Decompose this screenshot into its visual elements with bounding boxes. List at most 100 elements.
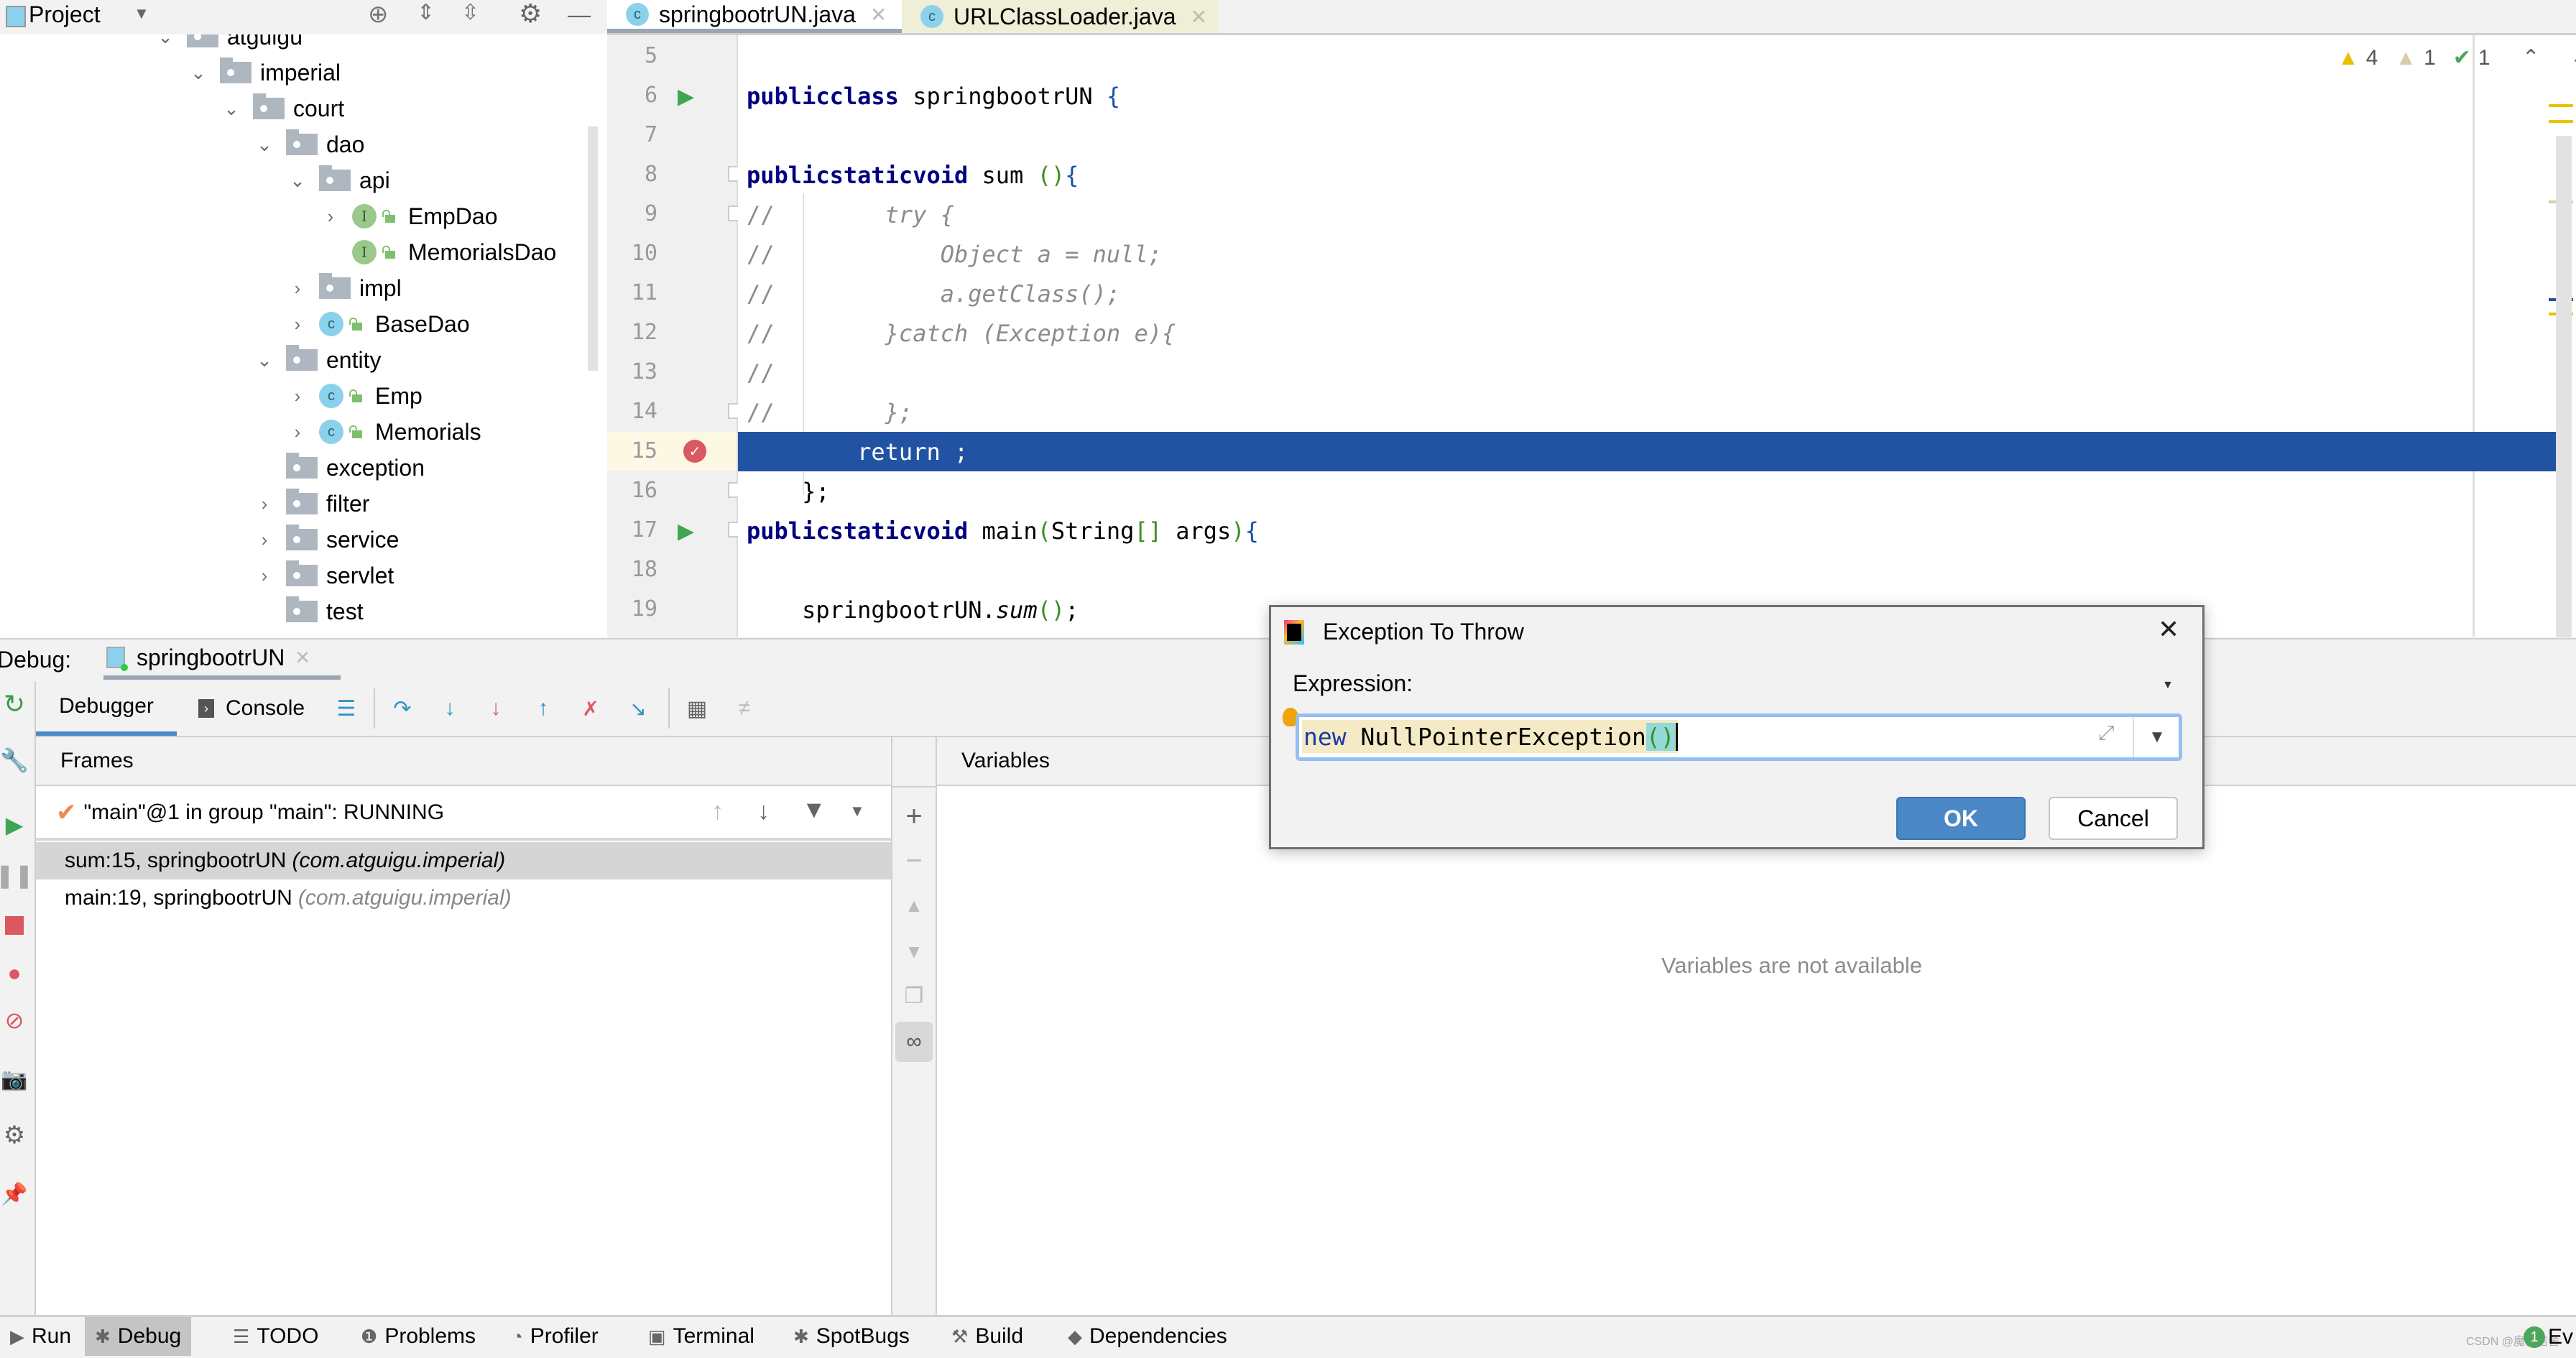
chevron-down-icon[interactable]: ⌄ xyxy=(289,170,306,191)
close-dialog-icon[interactable]: ✕ xyxy=(2158,614,2179,645)
chevron-right-icon[interactable]: › xyxy=(322,205,339,227)
tool-window-button-problems[interactable]: ❶ Problems xyxy=(351,1317,486,1356)
locate-file-icon[interactable]: ⊕ xyxy=(368,0,389,29)
tool-window-button-debug[interactable]: ✱ Debug xyxy=(85,1317,192,1356)
tree-scrollbar[interactable] xyxy=(588,126,598,371)
stripe-warning-mark[interactable] xyxy=(2549,120,2573,123)
chevron-right-icon[interactable]: › xyxy=(256,493,273,514)
tab-debugger[interactable]: Debugger xyxy=(36,681,177,736)
tree-node-test[interactable]: test xyxy=(256,593,364,629)
expression-input[interactable]: new NullPointerException() ⤢ ▼ xyxy=(1296,713,2182,761)
tree-node-service[interactable]: › service xyxy=(256,522,399,558)
remove-watch-minus-icon[interactable]: − xyxy=(900,845,928,877)
tool-window-button-profiler[interactable]: ◔ Profiler xyxy=(502,1317,609,1356)
tool-window-button-run[interactable]: ▶ Run xyxy=(0,1317,81,1356)
filter-frames-icon[interactable]: ▼ xyxy=(802,796,826,824)
pause-program-icon[interactable]: ❚❚ xyxy=(0,861,34,890)
force-step-into-icon[interactable]: ↓ xyxy=(481,694,510,723)
tree-node-atguigu[interactable]: ⌄ atguigu xyxy=(157,34,303,55)
expression-dropdown-button[interactable]: ▼ xyxy=(2133,717,2180,757)
tool-window-button-build[interactable]: ⚒ Build xyxy=(941,1317,1033,1356)
next-frame-arrow-icon[interactable]: ↓ xyxy=(757,798,770,826)
step-over-icon[interactable]: ↷ xyxy=(388,694,417,723)
code-editor[interactable]: ▲4 ▲1 ✔1 ⌃ ⌄ public class springbootrUN … xyxy=(738,35,2576,637)
get-thread-dump-camera-icon[interactable]: 📷 xyxy=(0,1065,29,1094)
step-into-icon[interactable]: ↓ xyxy=(435,694,464,723)
chevron-right-icon[interactable]: › xyxy=(256,565,273,586)
tool-window-button-terminal[interactable]: ▣ Terminal xyxy=(638,1317,765,1356)
resume-program-icon[interactable]: ▶ xyxy=(0,810,29,839)
drop-frame-icon[interactable]: ✗ xyxy=(576,694,605,723)
event-log-button[interactable]: 1 Ev xyxy=(2524,1321,2573,1353)
tree-node-imperial[interactable]: ⌄ imperial xyxy=(190,55,341,91)
stop-icon[interactable] xyxy=(0,911,29,940)
tree-node-filter[interactable]: › filter xyxy=(256,486,369,522)
pin-tab-icon[interactable]: 📌 xyxy=(0,1180,29,1209)
previous-frame-arrow-icon[interactable]: ↑ xyxy=(711,798,724,826)
run-to-cursor-icon[interactable]: ↘ xyxy=(624,694,652,723)
chevron-down-icon[interactable]: ⌄ xyxy=(256,349,273,371)
tree-node-entity[interactable]: ⌄ entity xyxy=(256,342,381,378)
step-out-icon[interactable]: ↑ xyxy=(529,694,558,723)
chevron-right-icon[interactable]: › xyxy=(289,277,306,299)
trace-stream-icon[interactable]: ≠ xyxy=(730,694,759,723)
frames-options-dropdown-icon[interactable]: ▼ xyxy=(849,802,865,821)
editor-gutter[interactable]: 5 6 ▶ 7 8 9 10 11 12 13 14 15 ✓ 16 17 ▶ 18 19 xyxy=(607,35,739,637)
ok-button[interactable]: OK xyxy=(1896,797,2026,840)
expand-all-icon[interactable]: ⇕ xyxy=(417,0,435,25)
debug-session-tab[interactable]: springbootrUN ✕ xyxy=(103,639,341,680)
close-tab-icon[interactable]: ✕ xyxy=(1191,5,1207,29)
view-breakpoints-icon[interactable]: ● xyxy=(0,959,29,987)
debug-settings-gear-icon[interactable]: ⚙ xyxy=(0,1121,29,1150)
chevron-down-icon[interactable]: ⌄ xyxy=(223,98,240,119)
tree-node-impl[interactable]: › impl xyxy=(289,270,402,306)
tree-node-dao[interactable]: ⌄ dao xyxy=(256,126,364,162)
tool-window-button-dependencies[interactable]: ◆ Dependencies xyxy=(1058,1317,1237,1356)
project-view-dropdown-icon[interactable]: ▼ xyxy=(134,4,149,23)
run-gutter-icon[interactable]: ▶ xyxy=(678,519,694,544)
stack-frame[interactable]: sum:15, springbootrUN (com.atguigu.imper… xyxy=(36,842,891,879)
settings-gear-icon[interactable]: ⚙ xyxy=(519,0,542,29)
tree-node-servlet[interactable]: › servlet xyxy=(256,558,394,593)
layout-settings-icon[interactable]: ☰ xyxy=(332,694,361,723)
chevron-down-icon[interactable]: ⌄ xyxy=(190,62,207,83)
tree-node-api[interactable]: ⌄ api xyxy=(289,162,390,198)
chevron-right-icon[interactable]: › xyxy=(256,529,273,550)
expression-history-dropdown-icon[interactable]: ▼ xyxy=(2162,679,2174,692)
project-panel-title[interactable]: Project xyxy=(29,1,101,28)
tab-console[interactable]: › Console xyxy=(198,681,305,736)
error-stripe[interactable] xyxy=(2547,35,2576,637)
modify-config-wrench-icon[interactable]: 🔧 xyxy=(0,746,29,775)
chevron-right-icon[interactable]: › xyxy=(289,385,306,407)
editor-scrollbar[interactable] xyxy=(2556,136,2572,637)
evaluate-expression-calculator-icon[interactable]: ▦ xyxy=(683,694,711,723)
tree-node-emp[interactable]: › c Emp xyxy=(289,378,423,414)
stack-frame[interactable]: main:19, springbootrUN (com.atguigu.impe… xyxy=(36,879,891,917)
tool-window-button-spotbugs[interactable]: ✱ SpotBugs xyxy=(783,1317,920,1356)
tree-node-court[interactable]: ⌄ court xyxy=(223,91,344,126)
move-watch-down-icon[interactable]: ▼ xyxy=(900,937,928,966)
collapse-all-icon[interactable]: ⇳ xyxy=(461,0,479,25)
tool-window-button-todo[interactable]: ☰ TODO xyxy=(223,1317,328,1356)
tree-node-memorials[interactable]: › c Memorials xyxy=(289,414,481,450)
close-session-icon[interactable]: ✕ xyxy=(295,647,310,669)
tab-springbootrun-java[interactable]: c springbootrUN.java ✕ xyxy=(607,0,902,33)
duplicate-watch-icon[interactable]: ❐ xyxy=(900,981,928,1010)
expand-editor-icon[interactable]: ⤢ xyxy=(2098,721,2114,745)
mute-breakpoints-icon[interactable]: ⊘ xyxy=(0,1006,29,1035)
rerun-icon[interactable]: ↻ xyxy=(0,689,29,719)
thread-selector[interactable]: ✔ "main"@1 in group "main": RUNNING ↑ ↓ … xyxy=(36,787,891,841)
tree-node-memorialsdao[interactable]: I MemorialsDao xyxy=(322,234,556,270)
move-watch-up-icon[interactable]: ▲ xyxy=(900,891,928,920)
show-watches-glasses-icon[interactable]: ∞ xyxy=(895,1022,933,1062)
tab-urlclassloader-java[interactable]: c URLClassLoader.java ✕ xyxy=(902,0,1218,33)
chevron-right-icon[interactable]: › xyxy=(289,421,306,443)
tree-node-exception[interactable]: exception xyxy=(256,450,425,486)
hide-panel-icon[interactable]: — xyxy=(568,1,591,28)
stripe-warning-mark[interactable] xyxy=(2549,104,2573,107)
tree-node-basedao[interactable]: › c BaseDao xyxy=(289,306,470,342)
chevron-down-icon[interactable]: ⌄ xyxy=(256,134,273,155)
breakpoint-hit-icon[interactable]: ✓ xyxy=(683,440,706,463)
cancel-button[interactable]: Cancel xyxy=(2049,797,2178,840)
chevron-right-icon[interactable]: › xyxy=(289,313,306,335)
